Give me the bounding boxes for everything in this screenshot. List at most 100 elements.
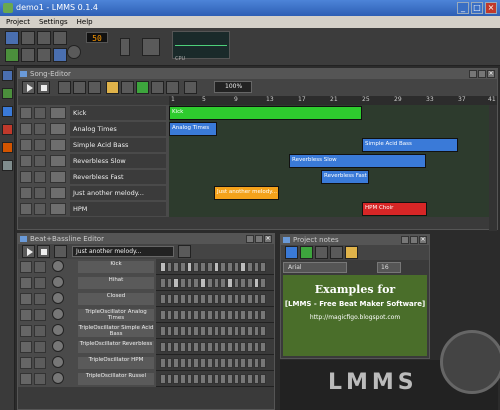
settings-button[interactable] [34,325,46,337]
tempo-display[interactable]: 50 [86,32,108,43]
track-lane[interactable]: Reverbless Fast [169,169,489,185]
track-lane[interactable]: Simple Acid Bass [169,137,489,153]
root-directory-icon[interactable] [2,160,13,171]
mute-button[interactable] [20,373,32,385]
mute-button[interactable] [20,357,32,369]
add-automation-track-button[interactable] [88,81,101,94]
volume-knob[interactable] [52,260,64,272]
instrument-name[interactable]: TripleOscillator Reverbless [78,341,154,353]
new-project-button[interactable] [5,31,19,45]
volume-knob[interactable] [52,292,64,304]
instrument-icon[interactable] [50,203,66,215]
pattern-segment[interactable]: Reverbless Slow [289,154,426,168]
instrument-name[interactable]: TripleOscillator Russel [78,373,154,385]
volume-knob[interactable] [52,308,64,320]
track-name[interactable]: Reverbless Slow [70,154,166,168]
song-editor-close[interactable]: × [487,70,495,78]
mute-button[interactable] [20,261,32,273]
bb-stop-button[interactable] [37,245,50,258]
track-settings-button[interactable] [34,187,46,199]
mute-button[interactable] [20,293,32,305]
loop-points-button[interactable] [151,81,164,94]
step-sequencer[interactable] [160,326,266,336]
track-mute-button[interactable] [20,203,32,215]
step-sequencer[interactable] [160,294,266,304]
step-sequencer[interactable] [160,310,266,320]
track-mute-button[interactable] [20,123,32,135]
track-settings-button[interactable] [34,155,46,167]
redo-icon[interactable] [300,246,313,259]
bb-play-button[interactable] [22,245,35,258]
recent-projects-button[interactable] [37,31,51,45]
track-lane[interactable]: Reverbless Slow [169,153,489,169]
pattern-segment[interactable]: Simple Acid Bass [362,138,458,152]
settings-button[interactable] [34,309,46,321]
automation-editor-button[interactable] [53,48,67,62]
track-mute-button[interactable] [20,107,32,119]
piano-roll-button[interactable] [37,48,51,62]
font-size-select[interactable]: 16 [377,262,401,273]
track-lane[interactable]: Kick [169,105,489,121]
track-mute-button[interactable] [20,139,32,151]
instrument-name[interactable]: Kick [78,261,154,273]
undo-icon[interactable] [285,246,298,259]
track-mute-button[interactable] [20,155,32,167]
step-sequencer[interactable] [160,262,266,272]
instrument-name[interactable]: Closed [78,293,154,305]
track-name[interactable]: Kick [70,106,166,120]
instrument-icon[interactable] [50,123,66,135]
track-lane[interactable]: Just another melody... [169,185,489,201]
step-sequencer[interactable] [160,342,266,352]
my-samples-icon[interactable] [2,106,13,117]
edit-mode-cursor-icon[interactable] [121,81,134,94]
play-button[interactable] [22,81,35,94]
track-settings-button[interactable] [34,171,46,183]
project-notes-maximize[interactable] [410,236,418,244]
track-name[interactable]: Just another melody... [70,186,166,200]
pattern-segment[interactable]: Analog Times [169,122,217,136]
add-sample-track-button[interactable] [73,81,86,94]
instrument-name[interactable]: TripleOscillator Analog Times [78,309,154,321]
instrument-icon[interactable] [50,187,66,199]
song-editor-button[interactable] [5,48,19,62]
mute-button[interactable] [20,341,32,353]
bb-editor-close[interactable]: × [264,235,272,243]
track-settings-button[interactable] [34,123,46,135]
bb-editor-minimize[interactable] [246,235,254,243]
track-mute-button[interactable] [20,187,32,199]
track-name[interactable]: HPM [70,202,166,216]
menu-help[interactable]: Help [77,16,93,28]
settings-button[interactable] [34,293,46,305]
mute-button[interactable] [20,309,32,321]
pattern-segment[interactable]: Kick [169,106,362,120]
step-sequencer[interactable] [160,374,266,384]
open-project-button[interactable] [21,31,35,45]
mute-button[interactable] [20,325,32,337]
instrument-name[interactable]: TripleOscillator HPM [78,357,154,369]
track-lane[interactable]: HPM Choir [169,201,489,217]
instrument-icon[interactable] [50,139,66,151]
settings-button[interactable] [34,261,46,273]
step-sequencer[interactable] [160,278,266,288]
instrument-name[interactable]: TripleOscillator Simple Acid Bass [78,325,154,337]
track-name[interactable]: Simple Acid Bass [70,138,166,152]
paste-icon[interactable] [345,246,358,259]
pattern-segment[interactable]: Just another melody... [214,186,279,200]
auto-scroll-button[interactable] [166,81,179,94]
mute-button[interactable] [20,277,32,289]
bb-track-select[interactable]: Just another melody... [72,246,174,257]
track-mute-button[interactable] [20,171,32,183]
master-pitch-knob[interactable] [142,38,160,56]
track-settings-button[interactable] [34,107,46,119]
bb-editor-maximize[interactable] [255,235,263,243]
close-button[interactable]: × [485,2,497,14]
settings-button[interactable] [34,277,46,289]
volume-knob[interactable] [52,276,64,288]
song-editor-minimize[interactable] [469,70,477,78]
cut-icon[interactable] [315,246,328,259]
bb-editor-button[interactable] [21,48,35,62]
notes-text-area[interactable]: Examples for [LMMS - Free Beat Maker Sof… [283,275,427,356]
instrument-icon[interactable] [50,155,66,167]
instrument-icon[interactable] [50,107,66,119]
instrument-icon[interactable] [50,171,66,183]
